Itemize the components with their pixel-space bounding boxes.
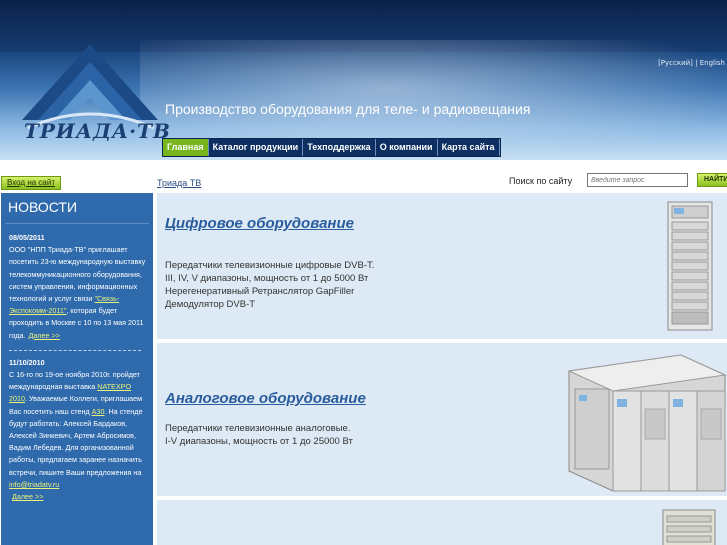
panel-description: Передатчики телевизионные аналоговые. I-… [165,422,353,448]
logo-text: ТРИАДА·ТВ [24,119,171,143]
panel-line: I-V диапазоны, мощность от 1 до 25000 Вт [165,436,353,447]
news-item: 08/05/2011 ООО "НПП Триада-ТВ" приглашае… [9,232,147,342]
breadcrumb[interactable]: Триада ТВ [157,178,201,188]
news-more-link[interactable]: Далее >> [29,331,60,340]
search-input[interactable] [587,173,688,187]
nav-item-sitemap[interactable]: Карта сайта [438,139,500,156]
search-button[interactable]: НАЙТИ [697,173,727,187]
news-date: 11/10/2010 [9,357,45,367]
panel-line: Демодулятор DVB-T [165,299,256,310]
news-text: ООО "НПП Триада-ТВ" приглашает посетить … [9,245,146,304]
analog-transmitter-image[interactable] [565,349,727,493]
news-text: . На стенде будут работать: Алексей Бард… [9,406,143,477]
product-panel-analog: Аналоговое оборудование Передатчики теле… [157,343,727,496]
news-more-link[interactable]: Далее >> [12,492,43,501]
nav-item-about[interactable]: О компании [376,139,438,156]
product-panel-more [157,500,727,545]
news-sidebar: НОВОСТИ 08/05/2011 ООО "НПП Триада-ТВ" п… [1,193,153,545]
main-nav: Главная Каталог продукции Техподдержка О… [162,138,501,157]
nav-item-home[interactable]: Главная [163,139,209,156]
language-switcher[interactable]: [Русский] | English [658,59,725,67]
news-separator [9,349,141,351]
nav-item-support[interactable]: Техподдержка [303,139,376,156]
panel-title-digital[interactable]: Цифровое оборудование [165,215,354,232]
news-email-link[interactable]: info@triadatv.ru [9,480,59,489]
panel-title-analog[interactable]: Аналоговое оборудование [165,390,366,407]
panel-line: Передатчики телевизионные аналоговые. [165,423,351,434]
panel-description: Передатчики телевизионные цифровые DVB-T… [165,259,374,311]
news-title: НОВОСТИ [8,199,78,215]
news-link[interactable]: А30 [92,407,105,416]
digital-transmitter-image[interactable] [664,200,716,332]
site-header: ТРИАДА·ТВ [Русский] | English Производст… [0,0,727,160]
login-button[interactable]: Вход на сайт [1,176,61,190]
news-date: 08/05/2011 [9,233,45,242]
product-panel-digital: Цифровое оборудование Передатчики телеви… [157,193,727,339]
panel-line: Передатчики телевизионные цифровые DVB-T… [165,260,375,271]
news-list: 08/05/2011 ООО "НПП Триада-ТВ" приглашае… [1,224,147,503]
site-tagline: Производство оборудования для теле- и ра… [165,101,531,117]
panel-line: III, IV, V диапазоны, мощность от 1 до 5… [165,273,369,284]
news-item: 11/10/2010 С 16-го по 19-ое ноября 2010г… [9,357,147,503]
nav-item-catalog[interactable]: Каталог продукции [209,139,304,156]
panel-line: Нерегенеративный Ретранслятор GapFiller [165,286,355,297]
search-label: Поиск по сайту [509,176,573,186]
equipment-image[interactable] [659,506,719,545]
